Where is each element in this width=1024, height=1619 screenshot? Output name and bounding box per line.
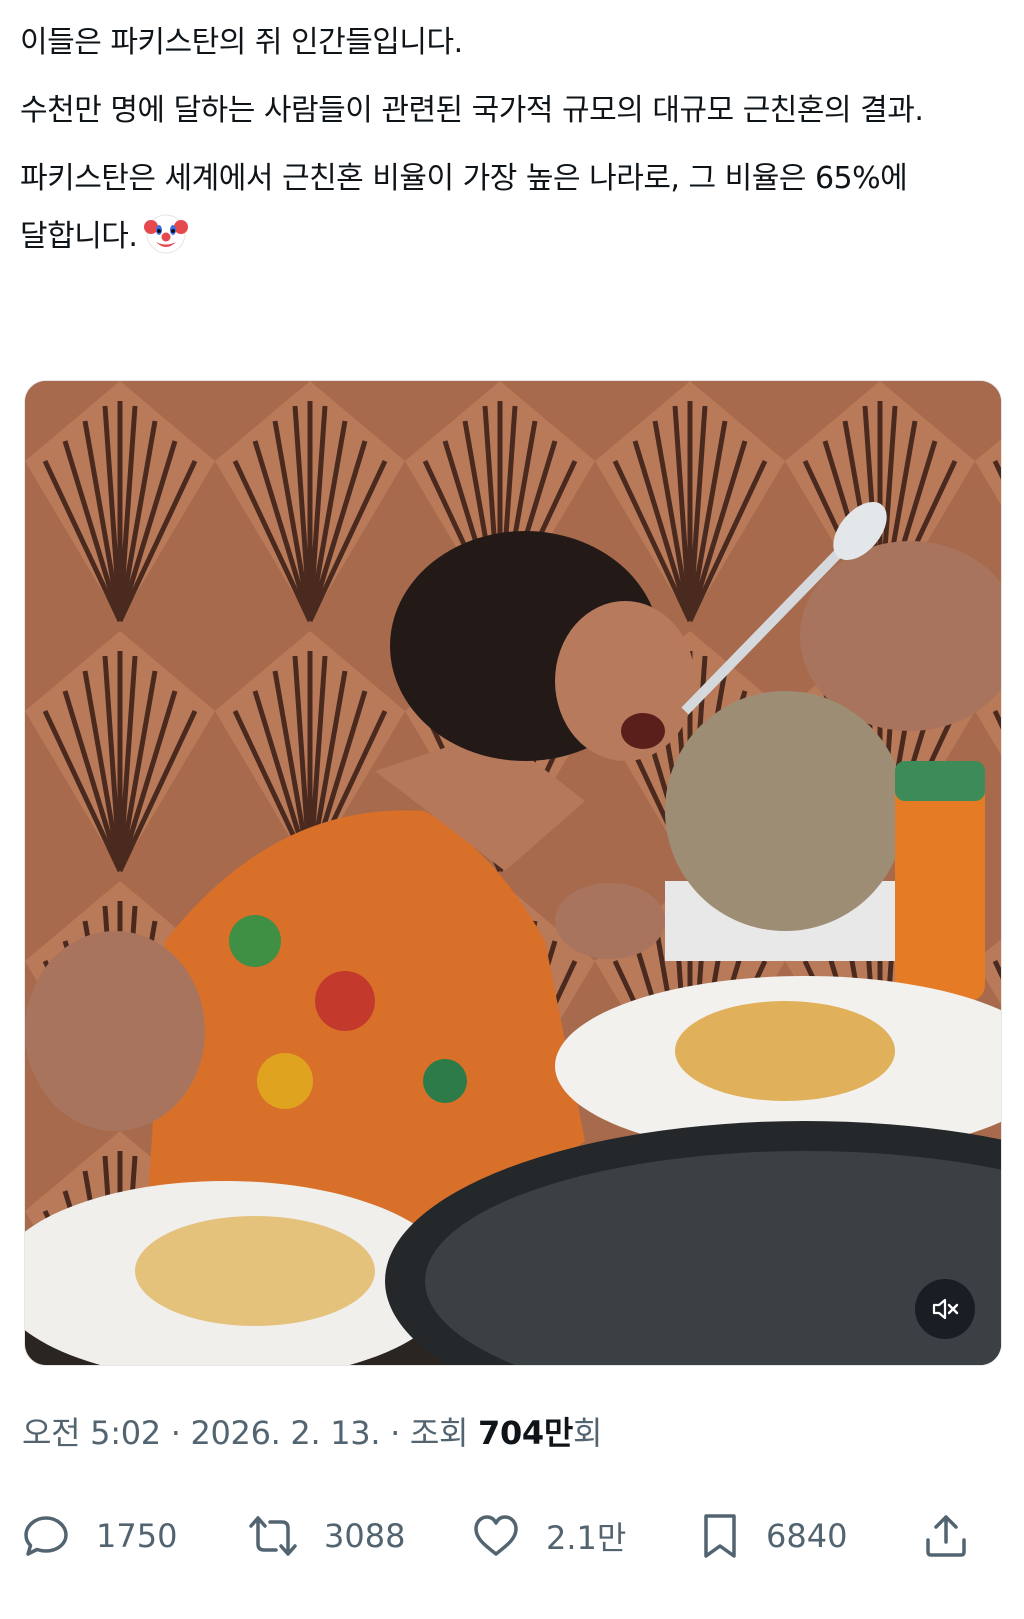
heart-icon (474, 1515, 518, 1556)
tweet-paragraph-1: 이들은 파키스탄의 쥐 인간들입니다. (20, 25, 463, 60)
reply-icon (24, 1516, 68, 1556)
post-metadata: 오전 5:02 · 2026. 2. 13. · 조회 704만회 (22, 1408, 602, 1454)
clown-face-emoji (143, 210, 189, 276)
share-icon (926, 1515, 966, 1557)
bookmark-count: 6840 (766, 1517, 848, 1555)
tweet-paragraph-2: 수천만 명에 달하는 사람들이 관련된 국가적 규모의 대규모 근친혼의 결과. (20, 93, 924, 128)
post-time[interactable]: 오전 5:02 (22, 1414, 161, 1452)
reply-count: 1750 (96, 1517, 178, 1555)
video-player[interactable] (24, 380, 1002, 1366)
bookmark-icon (704, 1514, 736, 1558)
meta-separator: · (170, 1414, 181, 1452)
repost-button[interactable]: 3088 (248, 1500, 405, 1572)
mute-button[interactable] (915, 1279, 975, 1339)
video-frame (25, 381, 1001, 1365)
views-count: 704만 (478, 1414, 574, 1452)
share-button[interactable] (922, 1500, 970, 1572)
action-bar: 1750 3088 2.1만 6840 (0, 1500, 1024, 1572)
views-unit: 회 (573, 1414, 603, 1452)
reply-button[interactable]: 1750 (22, 1500, 177, 1572)
speaker-muted-icon (932, 1298, 959, 1320)
repost-icon (249, 1516, 297, 1556)
tweet-paragraph-3-wrap: 파키스탄은 세계에서 근친혼 비율이 가장 높은 나라로, 그 비율은 65%에… (20, 150, 1004, 276)
repost-count: 3088 (324, 1517, 406, 1555)
meta-separator: · (390, 1414, 400, 1452)
tweet-text: 이들은 파키스탄의 쥐 인간들입니다. 수천만 명에 달하는 사람들이 관련된 … (20, 14, 1004, 286)
bookmark-button[interactable]: 6840 (700, 1500, 847, 1572)
views-label: 조회 (409, 1414, 469, 1452)
like-count: 2.1만 (546, 1519, 627, 1557)
post-date[interactable]: 2026. 2. 13. (190, 1414, 380, 1452)
like-button[interactable]: 2.1만 (472, 1500, 626, 1572)
